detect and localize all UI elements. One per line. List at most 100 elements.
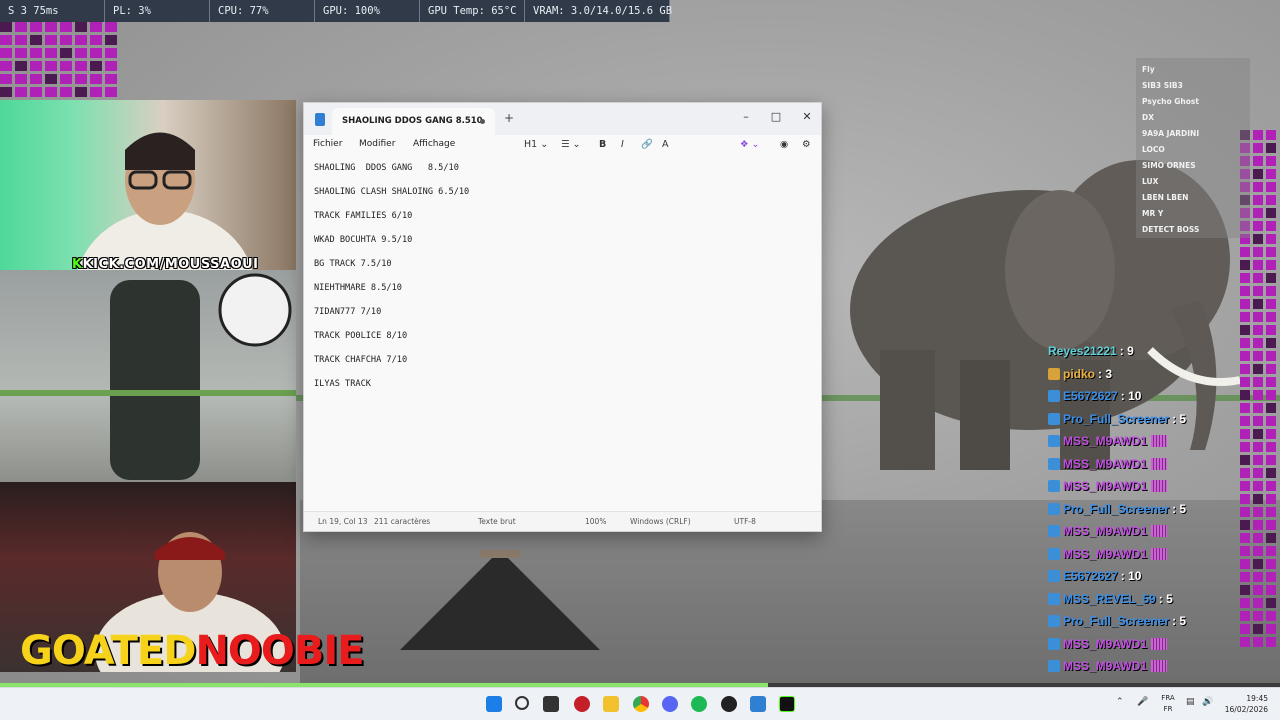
- menu-modifier[interactable]: Modifier: [359, 139, 395, 149]
- chat-message: E5672627: 10: [1048, 565, 1248, 588]
- bar-cell: [1266, 442, 1276, 452]
- webcam-streamer: [0, 100, 296, 270]
- chat-username[interactable]: E5672627: [1063, 569, 1118, 583]
- viewer-list: Fly SIB3 SIB3 Psycho Ghost DX 9A9A JARDINI LO…: [1136, 58, 1250, 238]
- menu-affichage[interactable]: Affichage: [413, 139, 455, 149]
- encoding[interactable]: UTF-8: [734, 517, 756, 526]
- bar-cell: [1266, 403, 1276, 413]
- chat-username[interactable]: pidko: [1063, 367, 1095, 381]
- zoom-level[interactable]: 100%: [585, 517, 606, 526]
- title-bar[interactable]: SHAOLING DDOS GANG 8.510 + – □ ✕: [304, 103, 821, 135]
- chat-message: MSS_M9AWD1: [1048, 430, 1248, 453]
- chat-username[interactable]: MSS_M9AWD1: [1063, 637, 1147, 651]
- bar-cell: [1266, 195, 1276, 205]
- list-icon[interactable]: ☰ ⌄: [561, 139, 581, 150]
- chat-username[interactable]: MSS_M9AWD1: [1063, 547, 1147, 561]
- viewer-name: 9A9A JARDINI: [1142, 129, 1200, 138]
- settings-gear-icon[interactable]: ⚙: [802, 139, 811, 150]
- chat-username[interactable]: MSS_M9AWD1: [1063, 524, 1147, 538]
- menu-fichier[interactable]: Fichier: [313, 139, 342, 149]
- badge-icon: [1048, 525, 1060, 538]
- text-format[interactable]: Texte brut: [478, 517, 516, 526]
- chat-message: MSS_M9AWD1: [1048, 655, 1248, 678]
- emote-icon: [1151, 660, 1168, 673]
- bar-cell: [1253, 221, 1263, 231]
- text-line: TRACK FAMILIES 6/10: [314, 211, 413, 221]
- chat-username[interactable]: MSS_M9AWD1: [1063, 659, 1147, 673]
- file-explorer-icon[interactable]: [603, 696, 619, 712]
- viewer-name: SIB3 SIB3: [1142, 81, 1183, 90]
- audio-bars-left: [0, 22, 150, 110]
- bar-cell: [15, 74, 27, 84]
- network-icon[interactable]: ▤: [1186, 697, 1195, 707]
- windows-start-icon[interactable]: [486, 696, 502, 712]
- text-line: ILYAS TRACK: [314, 379, 371, 389]
- bar-cell: [1253, 481, 1263, 491]
- chat-username[interactable]: Pro_Full_Screener: [1063, 614, 1169, 628]
- maximize-icon[interactable]: □: [761, 107, 791, 127]
- task-view-icon[interactable]: [543, 696, 559, 712]
- bar-cell: [1266, 286, 1276, 296]
- chat-username[interactable]: MSS_M9AWD1: [1063, 434, 1147, 448]
- text-line: WKAD BOCUHTA 9.5/10: [314, 235, 413, 245]
- bar-cell: [1266, 390, 1276, 400]
- language-indicator[interactable]: FRA FR: [1158, 693, 1178, 715]
- chat-username[interactable]: MSS_M9AWD1: [1063, 457, 1147, 471]
- bar-cell: [90, 87, 102, 97]
- chat-username[interactable]: MSS_M9AWD1: [1063, 479, 1147, 493]
- minimize-icon[interactable]: –: [731, 107, 761, 127]
- overlay-stat: GPU Temp: 65°C: [420, 0, 525, 22]
- bar-cell: [15, 48, 27, 58]
- bar-cell: [0, 48, 12, 58]
- bar-cell: [1253, 169, 1263, 179]
- badge-icon: [1048, 435, 1060, 448]
- search-icon[interactable]: [515, 696, 529, 710]
- game-character-view: [0, 270, 296, 482]
- bar-cell: [0, 61, 12, 71]
- chat-username[interactable]: E5672627: [1063, 389, 1118, 403]
- chat-username[interactable]: MSS_REVEL_59: [1063, 592, 1156, 606]
- bold-icon[interactable]: B: [599, 139, 606, 150]
- microphone-icon[interactable]: 🎤: [1137, 697, 1148, 707]
- italic-icon[interactable]: I: [621, 139, 624, 150]
- heading-dropdown[interactable]: H1 ⌄: [524, 139, 548, 150]
- bar-cell: [45, 35, 57, 45]
- bar-cell: [1266, 637, 1276, 647]
- notepad-window[interactable]: SHAOLING DDOS GANG 8.510 + – □ ✕ Fichier…: [303, 102, 822, 532]
- spotify-icon[interactable]: [691, 696, 707, 712]
- chat-username[interactable]: Reyes21221: [1048, 344, 1117, 358]
- obs-icon[interactable]: [721, 696, 737, 712]
- badge-icon: [1048, 570, 1060, 583]
- bar-cell: [90, 61, 102, 71]
- kick-app-icon[interactable]: [779, 696, 795, 712]
- bar-cell: [15, 87, 27, 97]
- bar-cell: [105, 87, 117, 97]
- clear-format-icon[interactable]: A: [662, 139, 669, 150]
- unsaved-dot-icon[interactable]: [480, 119, 485, 124]
- bar-cell: [45, 22, 57, 32]
- bar-cell: [1253, 585, 1263, 595]
- tray-chevron-icon[interactable]: ⌃: [1116, 697, 1124, 707]
- badge-icon: [1048, 547, 1060, 560]
- new-tab-icon[interactable]: +: [504, 111, 514, 125]
- chrome-icon[interactable]: [633, 696, 649, 712]
- app-red-icon[interactable]: [574, 696, 590, 712]
- clock[interactable]: 19:45 16/02/2026: [1212, 693, 1268, 715]
- close-icon[interactable]: ✕: [792, 107, 822, 127]
- bar-cell: [1240, 260, 1250, 270]
- bar-cell: [1266, 169, 1276, 179]
- line-ending[interactable]: Windows (CRLF): [630, 517, 691, 526]
- chat-username[interactable]: Pro_Full_Screener: [1063, 502, 1169, 516]
- copilot-icon[interactable]: ❖ ⌄: [740, 139, 760, 150]
- bar-cell: [1253, 273, 1263, 283]
- document-tab[interactable]: SHAOLING DDOS GANG 8.510: [332, 108, 495, 135]
- link-icon[interactable]: 🔗: [641, 139, 653, 150]
- chat-username[interactable]: Pro_Full_Screener: [1063, 412, 1169, 426]
- badge-icon: [1048, 390, 1060, 403]
- account-icon[interactable]: ◉: [780, 139, 788, 150]
- notepad-taskbar-icon[interactable]: [750, 696, 766, 712]
- emote-icon: [1151, 547, 1168, 560]
- discord-icon[interactable]: [662, 696, 678, 712]
- text-editor[interactable]: SHAOLING DDOS GANG 8.5/10 SHAOLING CLASH …: [314, 163, 814, 403]
- bar-cell: [1240, 273, 1250, 283]
